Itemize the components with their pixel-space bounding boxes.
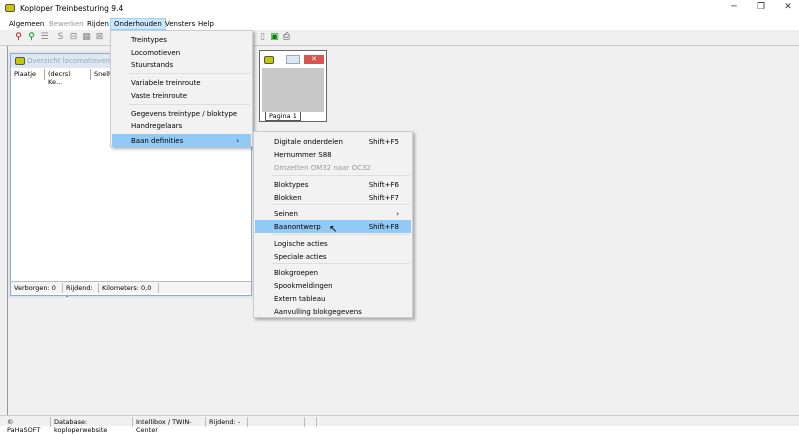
menu-item-bloktypes[interactable]: Bloktypes Shift+F6 <box>255 178 411 191</box>
window-title: Overzicht locomotieven <box>27 57 111 65</box>
menu-item-stuurstands[interactable]: Stuurstands <box>112 58 251 71</box>
mouse-cursor-icon: ↖ <box>329 224 338 235</box>
menu-item-extern-tableau[interactable]: Extern tableau <box>255 292 411 305</box>
menu-item-blokken[interactable]: Blokken Shift+F7 <box>255 191 411 204</box>
menu-algemeen[interactable]: Algemeen <box>6 19 47 29</box>
menu-item-seinen[interactable]: Seinen › <box>255 207 411 220</box>
status-bar: © PaHaSOFT Database: koploperwebsite Int… <box>0 415 799 434</box>
menu-item-digitale-onderdelen[interactable]: Digitale onderdelen Shift+F5 <box>255 135 411 148</box>
close-icon[interactable]: ✕ <box>304 55 324 64</box>
window-status-bar: Verborgen: 0 Rijdend: - Kilometers: 0,0 <box>11 281 251 300</box>
grid-icon[interactable]: ▦ <box>81 32 92 43</box>
close-icon[interactable]: ✕ <box>781 2 795 14</box>
maximize-icon[interactable]: ❐ <box>754 2 768 14</box>
loco-icon <box>264 56 274 64</box>
status-kilometers: Kilometers: 0,0 <box>99 283 159 293</box>
app-logo-icon <box>5 4 15 12</box>
menu-item-omzetten-om32-naar-oc32[interactable]: Omzetten OM32 naar OC32 <box>255 161 411 174</box>
loco-icon <box>15 57 25 65</box>
signal-green-icon[interactable]: ⚲ <box>26 32 37 43</box>
list-icon[interactable]: ☰ <box>39 32 50 43</box>
info-icon[interactable]: ▯ <box>257 32 268 43</box>
box-icon[interactable]: ⊠ <box>94 32 105 43</box>
menu-item-blokgroepen[interactable]: Blokgroepen <box>255 266 411 279</box>
menu-item-variabele-treinroute[interactable]: Variabele treinroute <box>112 76 251 89</box>
menu-item-aanvulling-blokgegevens[interactable]: Aanvulling blokgegevens <box>255 305 411 318</box>
shortcut: Shift+F5 <box>368 138 399 146</box>
print-icon[interactable]: ⎙ <box>281 32 292 43</box>
title-bar: Koploper Treinbesturing 9.4 ─ ❐ ✕ <box>0 0 799 17</box>
menu-item-handregelaars[interactable]: Handregelaars <box>112 119 251 132</box>
excel-icon[interactable]: ▣ <box>269 32 280 43</box>
onderhouden-menu: Treintypes Locomotieven Stuurstands Vari… <box>110 30 253 147</box>
minimize-icon[interactable]: ─ <box>727 2 741 14</box>
menu-bar: Algemeen Bewerken Rijden Onderhouden Ven… <box>0 17 799 30</box>
menu-item-baan-definities[interactable]: Baan definities › <box>112 134 251 147</box>
menu-item-treintypes[interactable]: Treintypes <box>112 33 251 46</box>
tab-pagina-1[interactable]: Pagina 1 <box>265 112 301 121</box>
menu-rijden[interactable]: Rijden <box>84 19 112 29</box>
menu-item-vaste-treinroute[interactable]: Vaste treinroute <box>112 89 251 102</box>
window-title: Koploper Treinbesturing 9.4 <box>20 4 124 13</box>
menu-bewerken[interactable]: Bewerken <box>46 19 87 29</box>
restore-icon[interactable] <box>286 55 300 64</box>
menu-onderhouden[interactable]: Onderhouden <box>110 18 166 30</box>
menu-item-spookmeldingen[interactable]: Spookmeldingen <box>255 279 411 292</box>
layout-window: ✕ Pagina 1 <box>259 50 327 122</box>
column-header[interactable]: (decrs) Ke... <box>45 69 91 86</box>
column-header[interactable]: Plaatje <box>11 69 45 80</box>
status-hidden: Verborgen: 0 <box>11 283 63 293</box>
shortcut: Shift+F7 <box>368 194 399 202</box>
menu-vensters[interactable]: Vensters <box>162 19 198 29</box>
chevron-right-icon: › <box>236 137 239 145</box>
shortcut: Shift+F6 <box>368 181 399 189</box>
block-icon[interactable]: ⊟ <box>68 32 79 43</box>
shortcut: Shift+F8 <box>368 223 399 231</box>
status-running: Rijdend: - <box>63 283 99 300</box>
menu-help[interactable]: Help <box>195 19 217 29</box>
menu-item-hernummer-s88[interactable]: Hernummer S88 <box>255 148 411 161</box>
chevron-right-icon: › <box>396 210 399 218</box>
menu-item-logische-acties[interactable]: Logische acties <box>255 237 411 250</box>
menu-item-speciale-acties[interactable]: Speciale acties <box>255 250 411 263</box>
s-icon[interactable]: S <box>55 32 66 43</box>
signal-red-icon[interactable]: ⚲ <box>13 32 24 43</box>
